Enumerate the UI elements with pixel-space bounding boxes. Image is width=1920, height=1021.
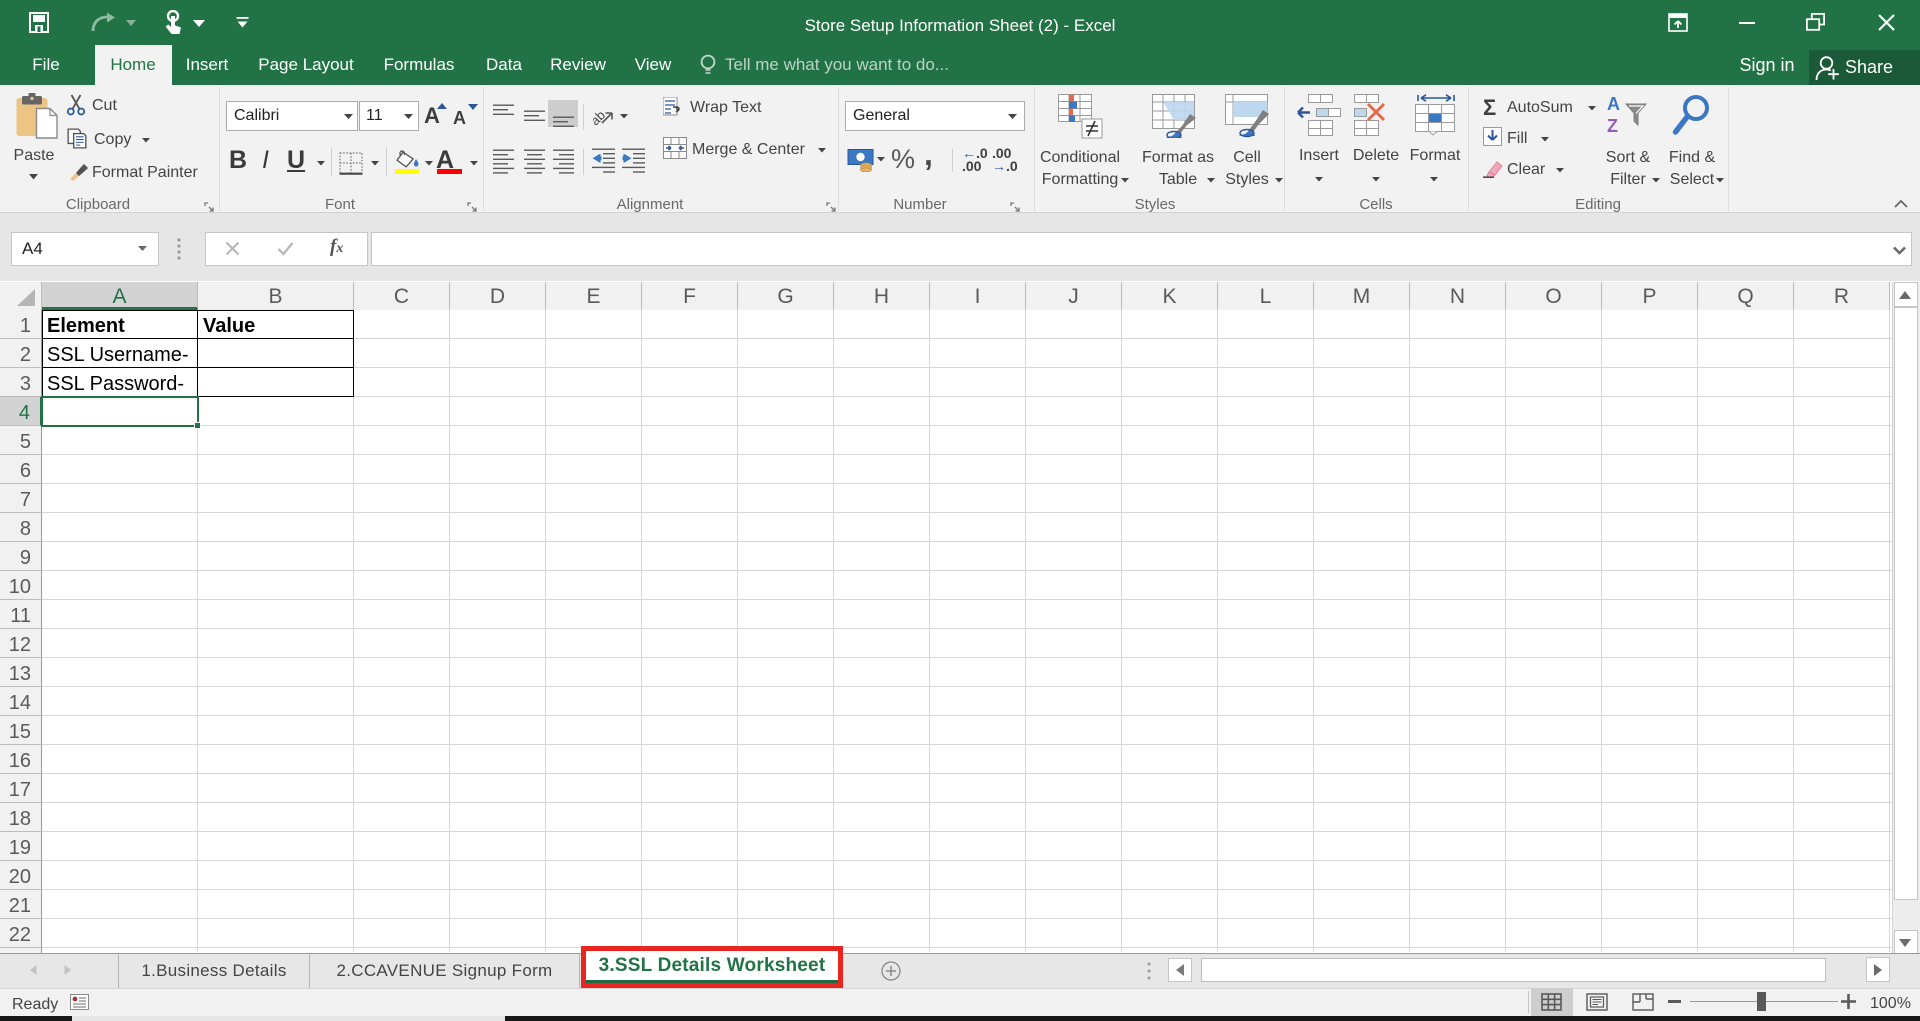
svg-text:A: A [1607,94,1620,114]
svg-text:ab: ab [593,107,608,128]
svg-text:Z: Z [1607,116,1618,136]
